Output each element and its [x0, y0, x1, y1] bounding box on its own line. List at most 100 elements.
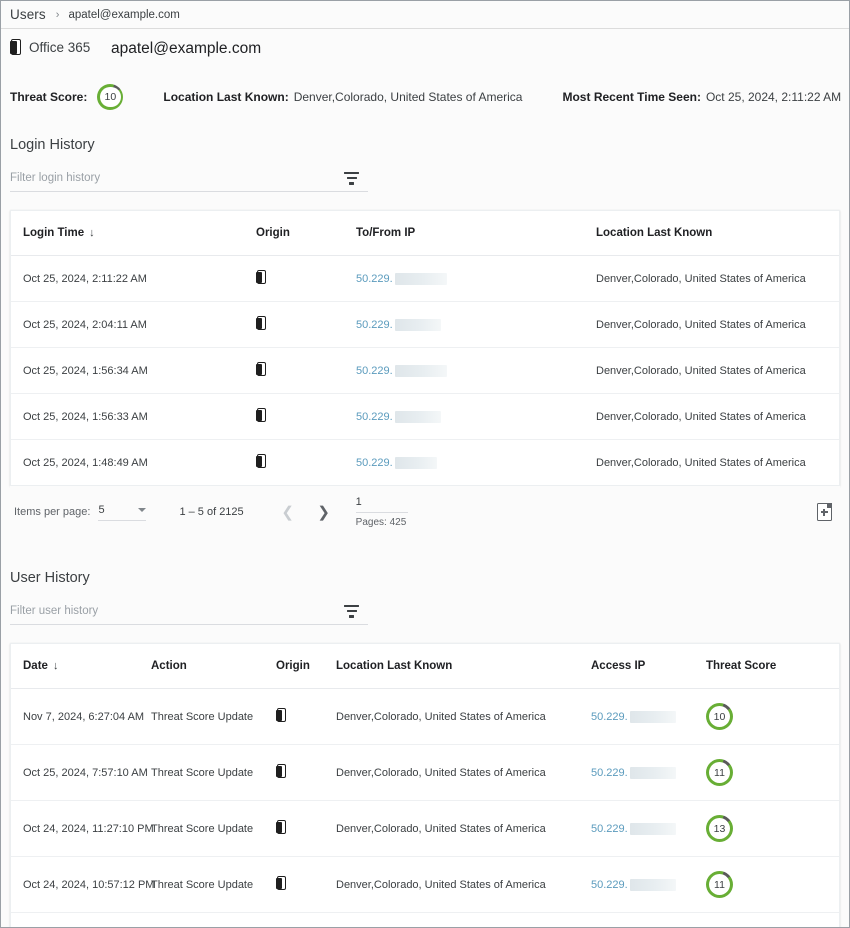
page-title: apatel@example.com: [111, 40, 262, 57]
cell-location: Denver,Colorado, United States of Americ…: [336, 913, 591, 928]
recent-time-summary: Most Recent Time Seen: Oct 25, 2024, 2:1…: [562, 90, 841, 104]
redacted-ip-block: [394, 364, 447, 377]
filter-icon[interactable]: [343, 604, 360, 618]
cell-ip: 50.229.: [591, 800, 706, 857]
cell-action: Threat Score Update: [151, 688, 276, 745]
table-row[interactable]: Oct 25, 2024, 1:56:33 AM 50.229. Denver,…: [11, 393, 839, 440]
filter-icon[interactable]: [343, 171, 360, 185]
column-header-threat-score[interactable]: Threat Score: [706, 644, 839, 689]
table-row[interactable]: Nov 7, 2024, 6:27:04 AM Threat Score Upd…: [11, 688, 839, 745]
cell-location: Denver,Colorado, United States of Americ…: [336, 688, 591, 745]
column-header-to-from-ip[interactable]: To/From IP: [356, 211, 596, 256]
cell-origin: [256, 255, 356, 302]
user-history-title: User History: [10, 570, 90, 586]
recent-time-value: Oct 25, 2024, 2:11:22 AM: [705, 90, 842, 104]
cell-ip-value[interactable]: 50.229.: [591, 879, 628, 891]
column-header-date-label: Date: [23, 660, 48, 672]
user-history-filter-input[interactable]: [10, 605, 290, 617]
table-row[interactable]: Oct 25, 2024, 7:57:10 AM Threat Score Up…: [11, 744, 839, 801]
cell-origin: [276, 800, 336, 857]
cell-origin: [256, 440, 356, 486]
office365-icon: [10, 39, 23, 55]
threat-score-summary: Threat Score: 10: [10, 84, 124, 110]
table-row[interactable]: Oct 24, 2024, 11:27:10 PM Threat Score U…: [11, 800, 839, 857]
column-header-access-ip[interactable]: Access IP: [591, 644, 706, 689]
column-header-origin[interactable]: Origin: [256, 211, 356, 256]
redacted-ip-block: [394, 410, 441, 423]
user-history-table: Date ↓ Action Origin Location Last Known …: [11, 644, 839, 928]
redacted-ip-block: [629, 822, 676, 835]
redacted-ip-block: [394, 272, 447, 285]
redacted-ip-block: [629, 710, 676, 723]
redacted-ip-block: [629, 766, 676, 779]
column-header-login-time[interactable]: Login Time ↓: [11, 211, 256, 256]
page-number-field[interactable]: 1 Pages: 425: [355, 496, 408, 528]
items-per-page-select[interactable]: 5: [98, 504, 147, 521]
table-row[interactable]: Oct 24, 2024, 10:57:12 PM Threat Score U…: [11, 856, 839, 913]
threat-score-value: 10: [713, 710, 726, 723]
table-row[interactable]: Oct 25, 2024, 1:48:49 AM 50.229. Denver,…: [11, 440, 839, 486]
table-row[interactable]: Oct 25, 2024, 2:11:22 AM 50.229. Denver,…: [11, 255, 839, 302]
column-header-location[interactable]: Location Last Known: [596, 211, 839, 256]
cell-ip-value[interactable]: 50.229.: [591, 767, 628, 779]
table-row[interactable]: Oct 21, 2024, 2:17:20 PM Threat Score In…: [11, 913, 839, 928]
user-history-card: Date ↓ Action Origin Location Last Known …: [10, 643, 840, 928]
table-row[interactable]: Oct 25, 2024, 2:04:11 AM 50.229. Denver,…: [11, 301, 839, 348]
chevron-left-icon[interactable]: ❮: [278, 502, 298, 522]
breadcrumb-users-link[interactable]: Users: [10, 7, 46, 22]
table-row[interactable]: Oct 25, 2024, 1:56:34 AM 50.229. Denver,…: [11, 347, 839, 394]
threat-score-badge: 13: [706, 815, 733, 842]
threat-score-badge: 11: [706, 759, 733, 786]
pagination-range: 1 – 5 of 2125: [179, 506, 244, 518]
cell-location: Denver,Colorado, United States of Americ…: [596, 347, 839, 394]
column-header-date[interactable]: Date ↓: [11, 644, 151, 689]
export-document-icon[interactable]: [817, 503, 832, 521]
login-history-filter-input[interactable]: [10, 172, 290, 184]
column-header-location[interactable]: Location Last Known: [336, 644, 591, 689]
items-per-page-label: Items per page:: [14, 506, 91, 518]
identity-source: Office 365: [10, 39, 90, 55]
cell-date: Nov 7, 2024, 6:27:04 AM: [11, 688, 151, 745]
redacted-ip-block: [394, 456, 437, 469]
cell-origin: [276, 688, 336, 745]
cell-date: Oct 24, 2024, 10:57:12 PM: [11, 856, 154, 913]
chevron-right-icon[interactable]: ❯: [314, 502, 334, 522]
cell-threat-score: 11: [706, 744, 839, 801]
cell-ip-value[interactable]: 50.229.: [356, 457, 393, 469]
login-history-card: Login Time ↓ Origin To/From IP Location L…: [10, 210, 840, 486]
cell-ip-value[interactable]: 50.229.: [356, 411, 393, 423]
cell-ip-value[interactable]: 50.229.: [356, 273, 393, 285]
cell-ip: 50.229.: [356, 393, 596, 440]
cell-ip-value[interactable]: 50.229.: [356, 319, 393, 331]
office365-icon: [256, 270, 267, 284]
cell-login-time: Oct 25, 2024, 2:04:11 AM: [11, 301, 256, 348]
column-header-login-time-label: Login Time: [23, 227, 85, 239]
arrow-down-icon: ↓: [89, 227, 95, 239]
cell-ip: 50.229.: [356, 440, 596, 486]
user-history-section: User History Date ↓ Action Origin Locatio…: [1, 570, 849, 928]
user-detail-page: Users › apatel@example.com Office 365 ap…: [0, 0, 850, 928]
cell-threat-score: 10: [706, 688, 839, 745]
cell-login-time: Oct 25, 2024, 2:11:22 AM: [11, 255, 256, 302]
column-header-origin[interactable]: Origin: [276, 644, 336, 689]
redacted-ip-block: [394, 318, 441, 331]
identity-source-label: Office 365: [29, 39, 91, 55]
location-label: Location Last Known:: [163, 90, 289, 104]
cell-ip: 50.229.: [591, 688, 706, 745]
cell-ip-value[interactable]: 50.229.: [356, 365, 393, 377]
cell-ip-value[interactable]: 50.229.: [591, 711, 628, 723]
login-history-body: Oct 25, 2024, 2:11:22 AM 50.229. Denver,…: [11, 255, 839, 486]
location-value: Denver,Colorado, United States of Americ…: [293, 90, 523, 104]
cell-date: Oct 25, 2024, 7:57:10 AM: [11, 744, 151, 801]
page-number-value: 1: [355, 496, 408, 513]
cell-ip: 50.229.: [356, 347, 596, 394]
cell-ip-value[interactable]: 50.229.: [591, 823, 628, 835]
cell-origin: [256, 393, 356, 440]
login-history-filter-row: [10, 165, 368, 192]
column-header-action[interactable]: Action: [151, 644, 276, 689]
recent-time-label: Most Recent Time Seen:: [562, 90, 701, 104]
table-header-row: Login Time ↓ Origin To/From IP Location L…: [11, 211, 839, 256]
cell-ip: 50.229.: [591, 744, 706, 801]
office365-icon: [276, 876, 287, 890]
breadcrumb-separator-icon: ›: [55, 8, 60, 21]
